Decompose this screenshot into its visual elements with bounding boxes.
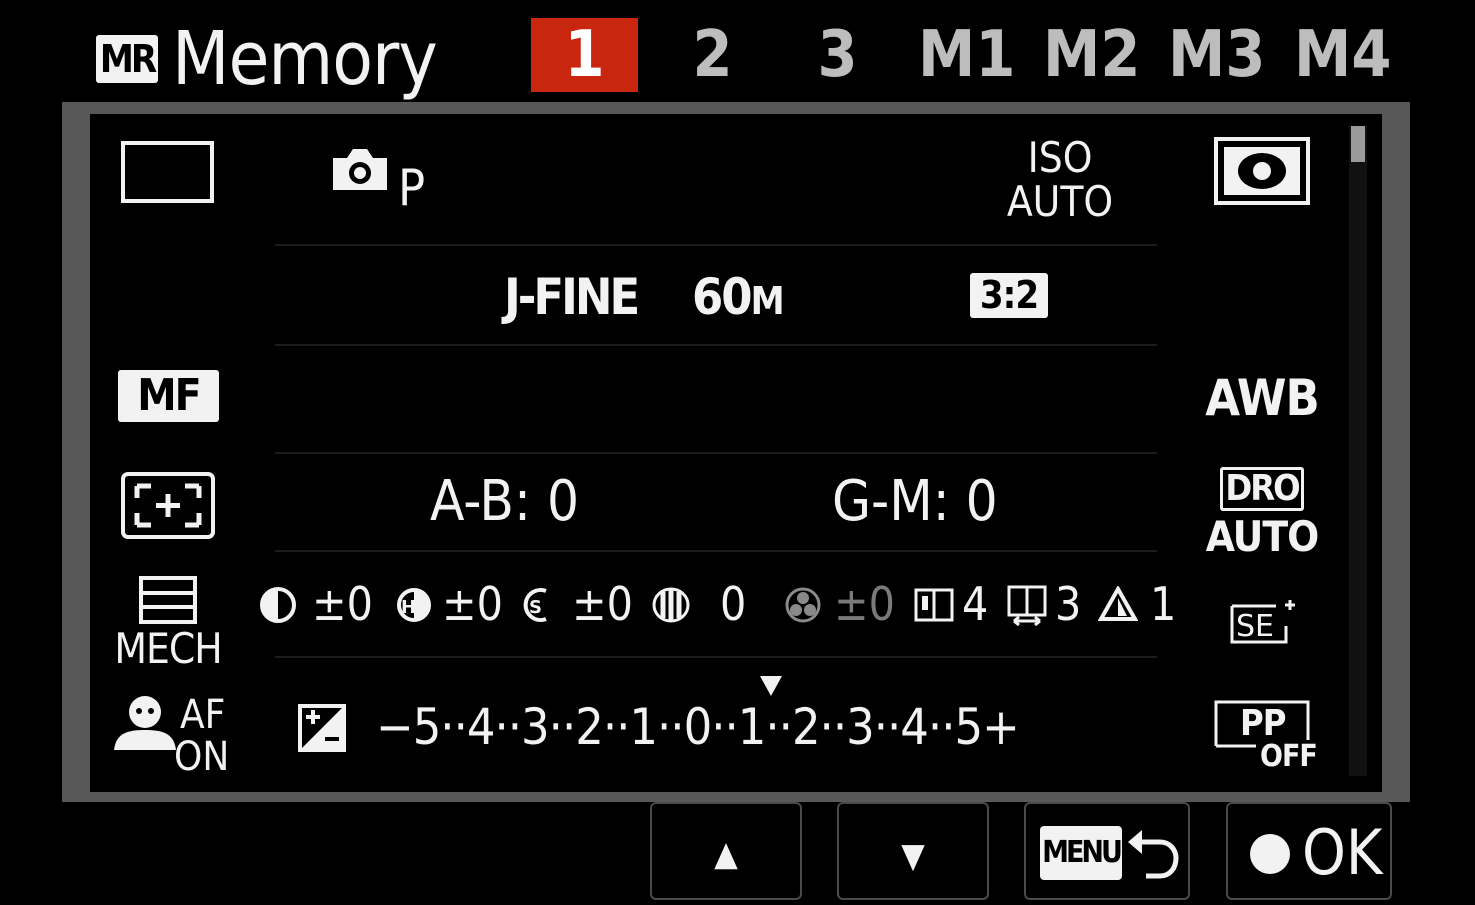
shadow-value[interactable]: ±0 (572, 578, 633, 630)
scroll-down-button[interactable]: ▼ (837, 802, 989, 900)
aspect-ratio[interactable]: 3:2 (970, 273, 1048, 318)
memory-recall-badge: MR (96, 35, 158, 83)
contrast-icon (259, 586, 297, 624)
image-size[interactable]: 60M (692, 268, 785, 330)
ok-label: OK (1302, 816, 1383, 889)
tab-m1[interactable]: M1 (918, 18, 1015, 92)
saturation-icon (784, 586, 822, 624)
tab-1[interactable]: 1 (531, 18, 638, 92)
row-divider (275, 452, 1157, 454)
tab-m3[interactable]: M3 (1168, 18, 1265, 92)
back-arrow-icon (1126, 826, 1182, 884)
image-quality[interactable]: J-FINE (504, 268, 640, 326)
camera-icon (329, 146, 391, 192)
tab-3[interactable]: 3 (790, 18, 885, 92)
shadow-icon: S (520, 586, 554, 624)
image-size-unit: M (750, 279, 785, 323)
wb-ab-shift[interactable]: A-B: 0 (430, 470, 579, 534)
picture-profile-value: OFF (1260, 739, 1318, 774)
iso-label: ISO (1027, 133, 1093, 182)
face-af-icon[interactable] (112, 694, 178, 752)
sharpness-range-value[interactable]: 3 (1055, 578, 1081, 630)
face-af-state: ON (174, 734, 230, 780)
page-title: Memory (172, 16, 438, 102)
contrast-value[interactable]: ±0 (312, 578, 373, 630)
image-size-value: 60 (692, 268, 753, 326)
saturation-value[interactable]: ±0 (834, 578, 895, 630)
center-button-icon (1250, 834, 1290, 874)
picture-profile-label: PP (1240, 703, 1286, 744)
svg-text:H: H (401, 597, 416, 618)
fade-value[interactable]: 0 (720, 578, 746, 630)
scroll-up-button[interactable]: ▲ (650, 802, 802, 900)
sharpness-icon (914, 588, 954, 622)
up-arrow-icon: ▲ (714, 834, 738, 874)
scrollbar-thumb[interactable] (1351, 126, 1365, 162)
tab-2[interactable]: 2 (665, 18, 760, 92)
shutter-type-icon (139, 576, 197, 624)
exposure-scale[interactable]: −5··4··3··2··1··0··1··2··3··4··5+ (376, 698, 1020, 756)
svg-text:SE: SE (1236, 609, 1274, 644)
sharpness-value[interactable]: 4 (962, 578, 988, 630)
down-arrow-icon: ▼ (901, 836, 925, 876)
iso-value[interactable]: AUTO (1004, 180, 1116, 224)
highlight-icon: H (396, 586, 432, 624)
scrollbar-track[interactable] (1349, 126, 1367, 776)
shooting-mode-letter[interactable]: P (398, 158, 425, 218)
exposure-comp-icon (298, 704, 346, 752)
highlight-value[interactable]: ±0 (442, 578, 503, 630)
wb-gm-shift[interactable]: G-M: 0 (832, 470, 998, 534)
row-divider (275, 244, 1157, 246)
tab-m2[interactable]: M2 (1043, 18, 1140, 92)
shutter-type-label[interactable]: MECH (112, 626, 224, 672)
metering-multi-icon[interactable] (1214, 137, 1310, 205)
single-frame-icon[interactable] (121, 141, 214, 203)
fade-icon (651, 586, 691, 624)
row-divider (275, 550, 1157, 552)
row-divider (275, 656, 1157, 658)
face-af-label: AF (180, 692, 226, 738)
clarity-value[interactable]: 1 (1150, 578, 1176, 630)
clarity-icon (1097, 584, 1139, 622)
focus-mode-mf[interactable]: MF (118, 370, 219, 422)
sharpness-range-icon (1006, 584, 1048, 627)
ev-indicator-icon (760, 676, 782, 696)
row-divider (275, 344, 1157, 346)
focus-area-wide-icon[interactable] (121, 472, 215, 539)
menu-back-button[interactable]: MENU (1024, 802, 1190, 900)
dro-label: DRO (1220, 467, 1304, 511)
dro-value[interactable]: AUTO (1202, 514, 1322, 560)
scene-effect-icon[interactable]: SE (1228, 596, 1300, 648)
svg-text:S: S (529, 597, 542, 618)
menu-label: MENU (1040, 826, 1123, 880)
white-balance[interactable]: AWB (1202, 368, 1322, 428)
tab-m4[interactable]: M4 (1294, 18, 1391, 92)
ok-button[interactable]: OK (1226, 802, 1392, 900)
